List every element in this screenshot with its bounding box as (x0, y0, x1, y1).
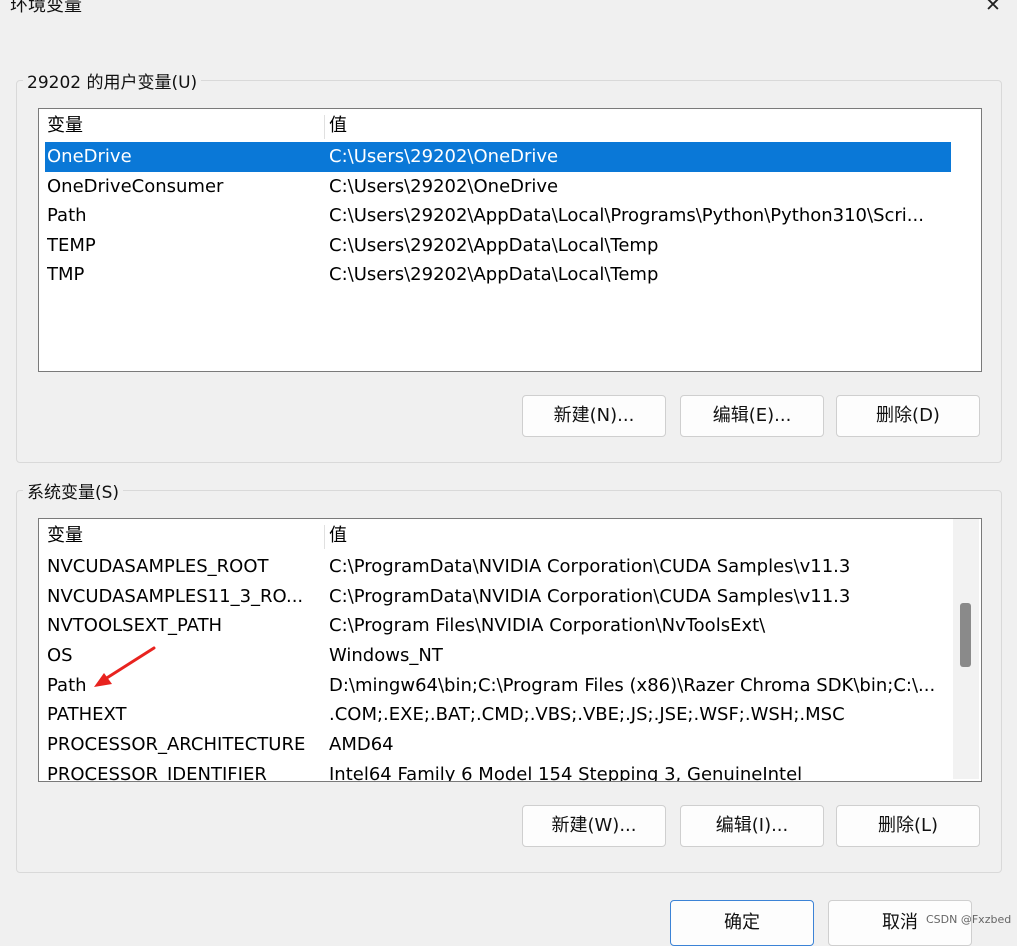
table-row[interactable]: PROCESSOR_ARCHITECTURE AMD64 (45, 730, 951, 760)
table-row[interactable]: OneDrive C:\Users\29202\OneDrive (45, 142, 951, 172)
user-edit-button[interactable]: 编辑(E)... (680, 395, 824, 437)
watermark: CSDN @Fxzbed (926, 913, 1012, 926)
variable-name: Path (47, 675, 87, 696)
variable-value: C:\ProgramData\NVIDIA Corporation\CUDA S… (329, 556, 851, 577)
variable-value: C:\Users\29202\AppData\Local\Temp (329, 235, 659, 256)
system-edit-button[interactable]: 编辑(I)... (680, 805, 824, 847)
variable-name: TMP (47, 264, 85, 285)
variable-name: OS (47, 645, 73, 666)
variable-value: AMD64 (329, 734, 394, 755)
window-title: 环境变量 (10, 0, 82, 16)
table-row[interactable]: NVCUDASAMPLES11_3_RO... C:\ProgramData\N… (45, 582, 951, 612)
table-row[interactable]: Path D:\mingw64\bin;C:\Program Files (x8… (45, 671, 951, 701)
column-header-variable[interactable]: 变量 (47, 521, 323, 551)
user-variables-list[interactable]: 变量 值 OneDrive C:\Users\29202\OneDrive On… (38, 108, 982, 372)
variable-value: Intel64 Family 6 Model 154 Stepping 3, G… (329, 764, 803, 782)
close-icon[interactable]: ✕ (985, 0, 1001, 16)
title-bar: 环境变量 ✕ (0, 0, 1017, 28)
variable-name: TEMP (47, 235, 96, 256)
variable-value: Windows_NT (329, 645, 443, 666)
table-row[interactable]: OneDriveConsumer C:\Users\29202\OneDrive (45, 172, 951, 202)
list-header: 变量 值 (45, 521, 951, 551)
variable-name: Path (47, 205, 87, 226)
list-header: 变量 值 (45, 111, 951, 141)
table-row[interactable]: PATHEXT .COM;.EXE;.BAT;.CMD;.VBS;.VBE;.J… (45, 700, 951, 730)
variable-value: D:\mingw64\bin;C:\Program Files (x86)\Ra… (329, 675, 936, 696)
user-new-button[interactable]: 新建(N)... (522, 395, 666, 437)
table-row[interactable]: NVTOOLSEXT_PATH C:\Program Files\NVIDIA … (45, 611, 951, 641)
variable-name: NVCUDASAMPLES11_3_RO... (47, 586, 304, 607)
column-header-value[interactable]: 值 (329, 521, 949, 551)
table-row[interactable]: TMP C:\Users\29202\AppData\Local\Temp (45, 260, 951, 290)
column-header-value[interactable]: 值 (329, 111, 949, 141)
user-delete-button[interactable]: 删除(D) (836, 395, 980, 437)
variable-name: OneDriveConsumer (47, 176, 224, 197)
scrollbar-thumb[interactable] (960, 603, 971, 667)
table-row[interactable]: NVCUDASAMPLES_ROOT C:\ProgramData\NVIDIA… (45, 552, 951, 582)
table-row[interactable]: TEMP C:\Users\29202\AppData\Local\Temp (45, 231, 951, 261)
table-row[interactable]: OS Windows_NT (45, 641, 951, 671)
annotation-arrow-icon (94, 646, 156, 687)
system-delete-button[interactable]: 删除(L) (836, 805, 980, 847)
table-row[interactable]: Path C:\Users\29202\AppData\Local\Progra… (45, 201, 951, 231)
variable-value: C:\Users\29202\OneDrive (329, 146, 559, 167)
variable-name: NVTOOLSEXT_PATH (47, 615, 223, 636)
variable-value: C:\Users\29202\AppData\Local\Programs\Py… (329, 205, 924, 226)
variable-value: C:\Program Files\NVIDIA Corporation\NvTo… (329, 615, 766, 636)
variable-value: C:\Users\29202\OneDrive (329, 176, 559, 197)
variable-value: .COM;.EXE;.BAT;.CMD;.VBS;.VBE;.JS;.JSE;.… (329, 704, 845, 725)
user-variables-label: 29202 的用户变量(U) (23, 68, 202, 93)
vertical-scrollbar[interactable] (953, 519, 979, 779)
variable-value: C:\Users\29202\AppData\Local\Temp (329, 264, 659, 285)
table-row[interactable]: PROCESSOR_IDENTIFIER Intel64 Family 6 Mo… (45, 760, 951, 782)
variable-name: PATHEXT (47, 704, 127, 725)
system-new-button[interactable]: 新建(W)... (522, 805, 666, 847)
column-header-variable[interactable]: 变量 (47, 111, 323, 141)
variable-name: NVCUDASAMPLES_ROOT (47, 556, 269, 577)
ok-button[interactable]: 确定 (670, 900, 814, 946)
system-variables-label: 系统变量(S) (23, 478, 124, 503)
variable-value: C:\ProgramData\NVIDIA Corporation\CUDA S… (329, 586, 851, 607)
variable-name: PROCESSOR_ARCHITECTURE (47, 734, 306, 755)
variable-name: OneDrive (47, 146, 132, 167)
variable-name: PROCESSOR_IDENTIFIER (47, 764, 267, 782)
system-variables-list[interactable]: 变量 值 NVCUDASAMPLES_ROOT C:\ProgramData\N… (38, 518, 982, 782)
